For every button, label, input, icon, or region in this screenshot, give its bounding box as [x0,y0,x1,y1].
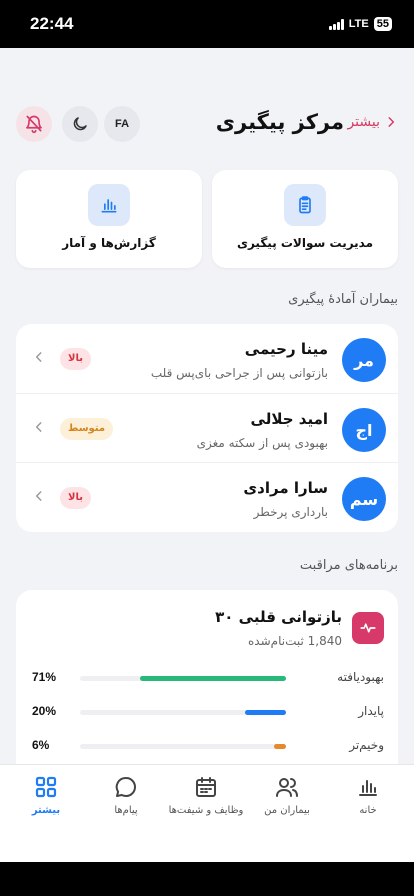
action-label: گزارش‌ها و آمار [62,236,156,250]
battery-icon: 55 [373,17,392,31]
stat-label: پایدار [358,704,384,718]
notification-button[interactable] [16,106,52,142]
stat-label: بهبودیافته [337,670,384,684]
patient-row[interactable]: اج امید جلالی بهبودی پس از سکته مغزی متو… [16,393,398,463]
home-indicator-area [0,862,414,896]
language-button[interactable]: FA [104,106,140,142]
patients-section-title: بیماران آمادهٔ پیگیری [288,292,398,307]
clipboard-icon [284,184,326,226]
patient-row[interactable]: سم سارا مرادی بارداری پرخطر بالا [16,462,398,532]
heartbeat-icon [352,612,384,644]
program-enrolled: 1,840 ثبت‌نام‌شده [248,634,342,648]
tab-my-patients[interactable]: بیماران من [247,773,327,833]
manage-followup-questions-card[interactable]: مدیریت سوالات پیگیری [212,170,398,268]
stat-row: وخیم‌تر 6% [32,736,384,756]
status-bar: 22:44 LTE 55 [0,0,414,48]
tab-tasks-shifts[interactable]: وظایف و شیفت‌ها [166,773,246,833]
progress-track [80,744,286,749]
reports-stats-card[interactable]: گزارش‌ها و آمار [16,170,202,268]
chevron-left-icon [35,422,42,432]
status-time: 22:44 [30,14,74,33]
moon-icon [73,117,87,131]
chevron-left-icon [35,352,42,362]
progress-track [80,710,286,715]
page-title: مرکز پیگیری [215,110,344,134]
patient-name: مینا رحیمی [244,340,328,358]
progress-fill [273,744,286,749]
priority-badge: بالا [60,348,91,370]
grid-icon [35,776,57,798]
stat-percent: 71% [32,670,57,684]
program-title: بازتوانی قلبی ۳۰ [215,608,342,626]
patient-name: سارا مرادی [243,479,328,497]
progress-track [80,676,286,681]
tab-label: بیشتر [31,805,61,816]
tab-home[interactable]: خانه [328,773,408,833]
priority-badge: متوسط [60,418,114,440]
tab-more[interactable]: بیشتر [6,773,86,833]
patient-row[interactable]: مر مینا رحیمی بازتوانی پس از جراحی بای‌پ… [16,324,398,394]
action-cards: مدیریت سوالات پیگیری گزارش‌ها و آمار [16,170,398,268]
stat-row: پایدار 20% [32,702,384,722]
back-button[interactable]: بیشتر [347,114,398,130]
avatar: سم [342,477,386,521]
status-indicators: LTE 55 [328,17,392,31]
header: FA مرکز پیگیری بیشتر [16,104,398,144]
care-section-title: برنامه‌های مراقبت [299,558,398,573]
tab-messages[interactable]: پیام‌ها [86,773,166,833]
progress-fill [139,676,286,681]
users-icon [276,778,298,797]
app-screen: FA مرکز پیگیری بیشتر مدیریت سوالات پیگیر… [0,48,414,862]
chevron-left-icon [35,491,42,501]
avatar: اج [342,408,386,452]
patient-description: بارداری پرخطر [253,505,328,519]
calendar-icon [196,777,216,797]
tab-label: وظایف و شیفت‌ها [168,805,244,816]
theme-toggle-button[interactable] [62,106,98,142]
bar-chart-icon [359,780,377,796]
stat-label: وخیم‌تر [349,738,384,752]
patients-list: مر مینا رحیمی بازتوانی پس از جراحی بای‌پ… [16,324,398,532]
signal-icon [328,18,344,30]
tab-label: پیام‌ها [114,805,138,816]
tab-label: بیماران من [264,805,310,816]
action-label: مدیریت سوالات پیگیری [236,236,374,250]
avatar: مر [342,338,386,382]
bell-icon [26,115,42,134]
network-label: LTE [348,18,369,30]
bar-chart-icon [88,184,130,226]
stat-percent: 6% [32,738,50,752]
priority-badge: بالا [60,487,91,509]
chat-bubble-icon [115,776,136,797]
stat-percent: 20% [32,704,57,718]
patient-description: بهبودی پس از سکته مغزی [196,436,328,450]
back-label: بیشتر [347,114,380,130]
chevron-right-icon [388,117,395,127]
progress-fill [244,710,286,715]
patient-name: امید جلالی [250,410,328,428]
tab-label: خانه [359,805,377,816]
bottom-tab-bar: خانه بیماران من وظایف و شیفت‌ها پیام‌ها … [0,764,414,862]
patient-description: بازتوانی پس از جراحی بای‌پس قلب [150,366,328,380]
stat-row: بهبودیافته 71% [32,668,384,688]
